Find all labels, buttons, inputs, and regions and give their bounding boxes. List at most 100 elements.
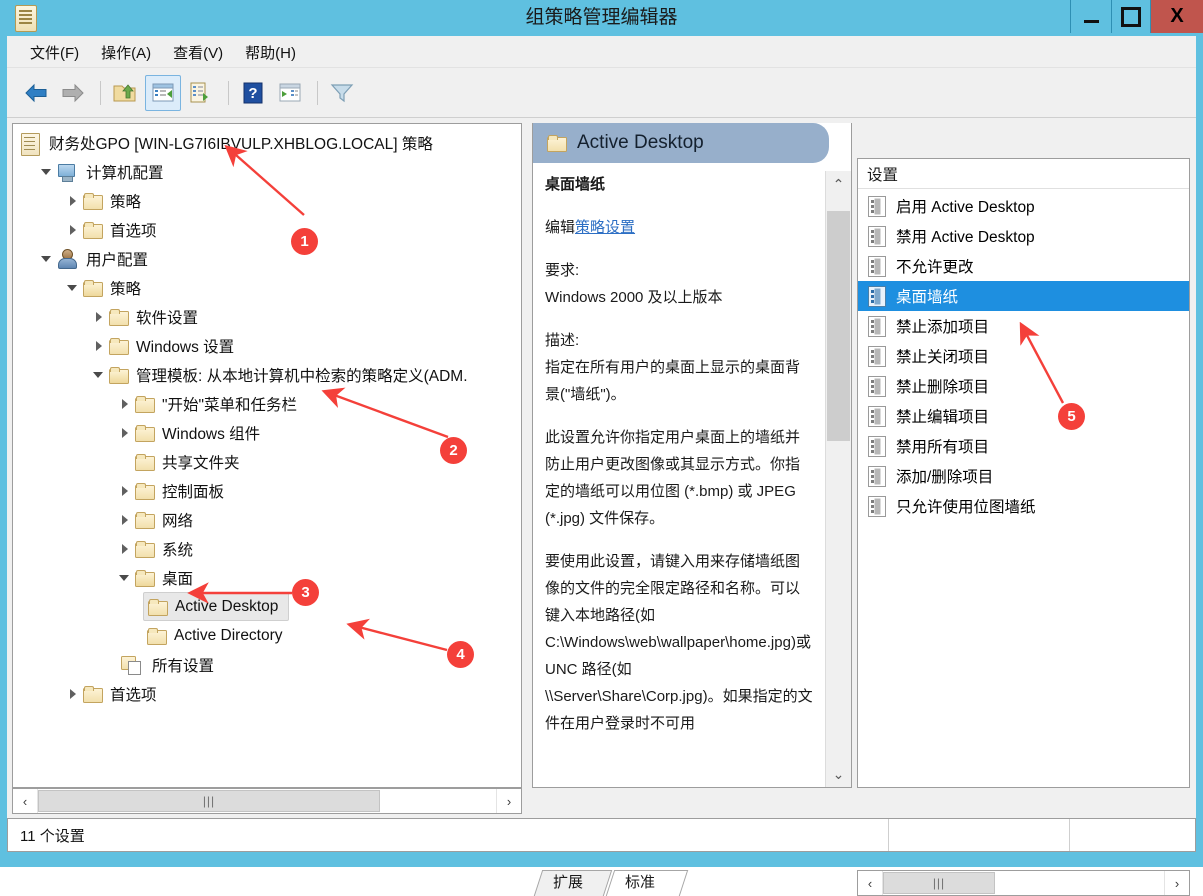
up-folder-icon[interactable] xyxy=(108,76,142,110)
list-item[interactable]: 禁用 Active Desktop xyxy=(858,221,1189,251)
scroll-thumb[interactable]: ||| xyxy=(883,872,995,894)
chevron-right-icon[interactable] xyxy=(117,512,133,528)
scroll-right-button[interactable]: › xyxy=(496,789,521,813)
tree-node-computer-preferences[interactable]: 首选项 xyxy=(13,215,521,244)
chevron-right-icon[interactable] xyxy=(65,686,81,702)
settings-column-header[interactable]: 设置 xyxy=(858,159,1189,189)
scroll-thumb[interactable]: ||| xyxy=(38,790,380,812)
list-item[interactable]: 禁止关闭项目 xyxy=(858,341,1189,371)
maximize-button[interactable] xyxy=(1111,0,1150,33)
tab-extended[interactable]: 扩展 xyxy=(533,870,613,896)
list-item[interactable]: 禁用所有项目 xyxy=(858,431,1189,461)
help-icon[interactable]: ? xyxy=(236,76,270,110)
chevron-right-icon[interactable] xyxy=(65,193,81,209)
chevron-down-icon[interactable] xyxy=(39,251,55,267)
requirements-value: Windows 2000 及以上版本 xyxy=(545,289,723,306)
list-item[interactable]: 添加/删除项目 xyxy=(858,461,1189,491)
chevron-right-icon[interactable] xyxy=(117,541,133,557)
tree-node-label: Active Desktop xyxy=(175,597,279,615)
menu-item-help[interactable]: 帮助(H) xyxy=(234,38,307,67)
list-item[interactable]: 禁止编辑项目 xyxy=(858,401,1189,431)
list-item[interactable]: 不允许更改 xyxy=(858,251,1189,281)
minimize-button[interactable] xyxy=(1070,0,1111,33)
toolbar-separator xyxy=(100,80,101,105)
chevron-right-icon[interactable] xyxy=(91,309,107,325)
folder-icon xyxy=(148,598,168,616)
tree-node-windows-settings[interactable]: Windows 设置 xyxy=(13,331,521,360)
toolbar: ? xyxy=(7,68,1196,118)
description-paragraph-1: 指定在所有用户的桌面上显示的桌面背景("墙纸")。 xyxy=(545,359,801,403)
tree-horizontal-scrollbar[interactable]: ‹ ||| › xyxy=(12,788,522,814)
scroll-track[interactable]: ||| xyxy=(38,789,496,813)
chevron-down-icon[interactable] xyxy=(91,367,107,383)
folder-icon xyxy=(147,627,167,645)
tree-node-start-menu-taskbar[interactable]: "开始"菜单和任务栏 xyxy=(13,389,521,418)
filter-icon[interactable] xyxy=(325,76,359,110)
chevron-down-icon[interactable] xyxy=(39,164,55,180)
chevron-right-icon[interactable] xyxy=(65,222,81,238)
detail-body: 桌面墙纸 编辑策略设置 要求: Windows 2000 及以上版本 描述: 指… xyxy=(533,163,825,787)
tree-node-user-config[interactable]: 用户配置 xyxy=(13,244,521,273)
list-item[interactable]: 只允许使用位图墙纸 xyxy=(858,491,1189,521)
scroll-left-button[interactable]: ‹ xyxy=(858,871,883,895)
tree-node-system[interactable]: 系统 xyxy=(13,534,521,563)
tree-node-label: Windows 组件 xyxy=(162,425,261,443)
menu-item-file[interactable]: 文件(F) xyxy=(19,38,90,67)
folder-icon xyxy=(83,279,103,297)
folder-icon xyxy=(135,569,155,587)
tree-node-control-panel[interactable]: 控制面板 xyxy=(13,476,521,505)
list-item[interactable]: 禁止添加项目 xyxy=(858,311,1189,341)
show-hide-tree-icon[interactable] xyxy=(145,74,181,111)
tree-node-software-settings[interactable]: 软件设置 xyxy=(13,302,521,331)
tree-node-all-settings[interactable]: 所有设置 xyxy=(13,650,521,679)
status-bar: 11 个设置 xyxy=(7,818,1196,852)
tree-node-network[interactable]: 网络 xyxy=(13,505,521,534)
forward-icon[interactable] xyxy=(56,76,90,110)
menu-item-action[interactable]: 操作(A) xyxy=(90,38,162,67)
window-title: 组策略管理编辑器 xyxy=(525,7,678,28)
tree-node-label: 用户配置 xyxy=(86,251,149,269)
tree-node-user-policies[interactable]: 策略 xyxy=(13,273,521,302)
export-list-icon[interactable] xyxy=(184,76,218,110)
detail-header: Active Desktop xyxy=(533,123,829,163)
back-icon[interactable] xyxy=(19,76,53,110)
chevron-down-icon[interactable] xyxy=(117,570,133,586)
tree-node-admin-templates[interactable]: 管理模板: 从本地计算机中检索的策略定义(ADM. xyxy=(13,360,521,389)
chevron-right-icon[interactable] xyxy=(117,483,133,499)
annotation-badge-5: 5 xyxy=(1058,403,1085,430)
scroll-track[interactable]: ||| xyxy=(883,871,1164,895)
menu-item-view[interactable]: 查看(V) xyxy=(162,38,234,67)
policy-setting-link[interactable]: 策略设置 xyxy=(575,219,635,236)
user-icon xyxy=(57,249,79,269)
properties-icon[interactable] xyxy=(273,76,307,110)
annotation-badge-1: 1 xyxy=(291,228,318,255)
scroll-left-button[interactable]: ‹ xyxy=(13,789,38,813)
settings-list-pane[interactable]: 设置 启用 Active Desktop 禁用 Active Desktop 不… xyxy=(857,158,1190,788)
tree-node-active-directory[interactable]: Active Directory xyxy=(13,621,521,650)
tab-standard[interactable]: 标准 xyxy=(605,870,689,896)
tree-node-computer-config[interactable]: 计算机配置 xyxy=(13,157,521,186)
list-item[interactable]: 启用 Active Desktop xyxy=(858,191,1189,221)
chevron-right-icon[interactable] xyxy=(91,338,107,354)
tree-node-label: 财务处GPO [WIN-LG7I6IBVULP.XHBLOG.LOCAL] 策略 xyxy=(49,135,433,153)
tree-node-active-desktop[interactable]: Active Desktop xyxy=(143,592,290,621)
status-segment-2 xyxy=(888,819,1069,851)
list-item-selected[interactable]: 桌面墙纸 xyxy=(858,281,1189,311)
scroll-thumb[interactable] xyxy=(827,211,850,441)
close-button[interactable]: X xyxy=(1150,0,1203,33)
policy-setting-icon xyxy=(867,496,887,517)
scroll-up-button[interactable]: ⌃ xyxy=(826,171,851,197)
tree-node-desktop[interactable]: 桌面 xyxy=(13,563,521,592)
list-horizontal-scrollbar[interactable]: ‹ ||| › xyxy=(857,870,1190,896)
detail-vertical-scrollbar[interactable]: ⌃ ⌄ xyxy=(825,171,851,787)
chevron-down-icon[interactable] xyxy=(65,280,81,296)
chevron-right-icon[interactable] xyxy=(117,396,133,412)
tree-node-user-preferences[interactable]: 首选项 xyxy=(13,679,521,708)
tree-node-root[interactable]: 财务处GPO [WIN-LG7I6IBVULP.XHBLOG.LOCAL] 策略 xyxy=(13,128,521,157)
detail-edit-line: 编辑策略设置 xyxy=(545,214,813,241)
scroll-down-button[interactable]: ⌄ xyxy=(826,761,851,787)
list-item[interactable]: 禁止删除项目 xyxy=(858,371,1189,401)
scroll-right-button[interactable]: › xyxy=(1164,871,1189,895)
tree-node-computer-policies[interactable]: 策略 xyxy=(13,186,521,215)
chevron-right-icon[interactable] xyxy=(117,425,133,441)
